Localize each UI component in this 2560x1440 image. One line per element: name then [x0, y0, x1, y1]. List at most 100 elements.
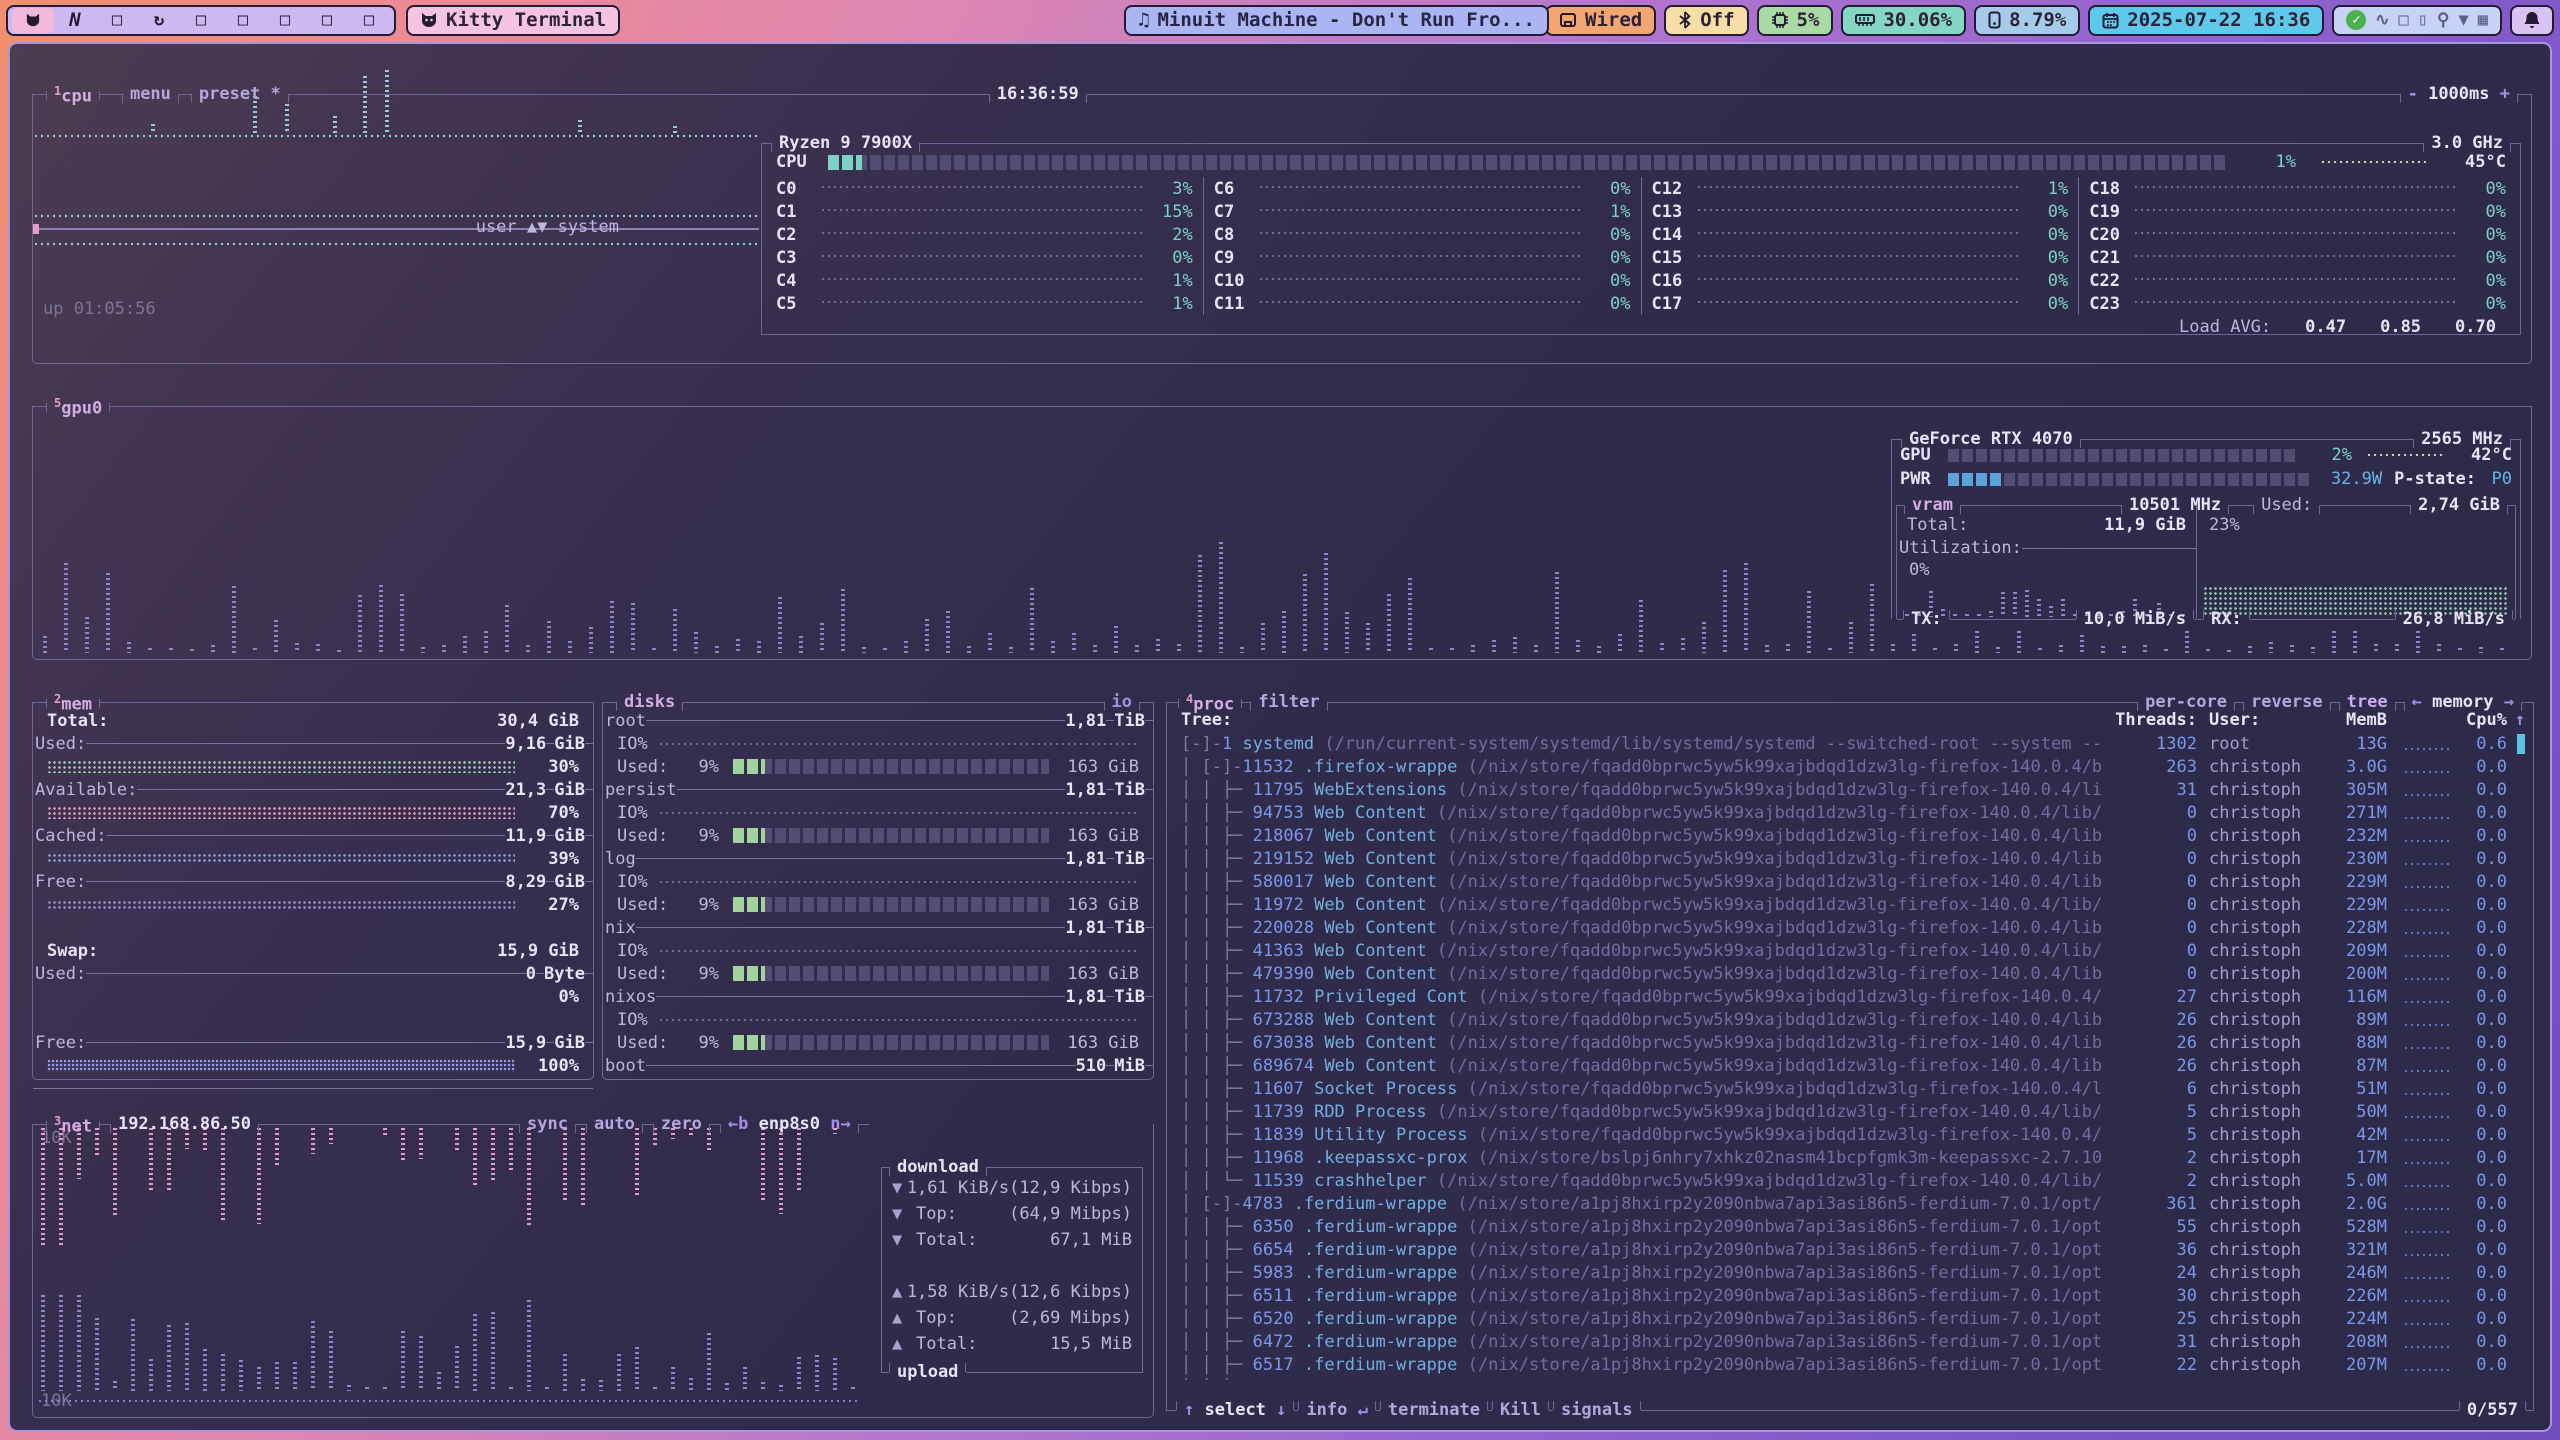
- interface-selector[interactable]: ←b enp8s0 n→: [720, 1112, 859, 1136]
- kill-action[interactable]: Kill: [1492, 1398, 1549, 1422]
- notifications-pill[interactable]: [2510, 5, 2554, 36]
- disk-used-bar: [733, 897, 1049, 912]
- process-row[interactable]: │ │ ├─ 220028 Web Content (/nix/store/fq…: [1167, 916, 2533, 939]
- terminate-action[interactable]: terminate: [1380, 1398, 1488, 1422]
- datetime-pill[interactable]: 2025-07-22 16:36: [2088, 5, 2324, 36]
- tray-check-icon[interactable]: ✓: [2346, 10, 2366, 30]
- workspace-9-square-icon[interactable]: □: [348, 8, 390, 33]
- process-row[interactable]: │ │ ├─ 41363 Web Content (/nix/store/fqa…: [1167, 939, 2533, 962]
- scroll-more-icon[interactable]: ↓: [2515, 1378, 2525, 1381]
- process-cpu: 0.0: [2457, 1079, 2507, 1099]
- process-row[interactable]: │ │ ├─ 5983 .ferdium-wrappe (/nix/store/…: [1167, 1261, 2533, 1284]
- process-row[interactable]: │ │ ├─ 11739 RDD Process (/nix/store/fqa…: [1167, 1100, 2533, 1123]
- menu-toggle[interactable]: menu: [122, 82, 179, 106]
- net-stat-row: ▲Top:(2,69 Mibps): [882, 1305, 1142, 1331]
- tree-glyph: │ │ ├─: [1181, 987, 1253, 1007]
- tray-pin-icon[interactable]: ⚲: [2437, 12, 2449, 29]
- tray-phone-icon[interactable]: ▯: [2418, 12, 2428, 29]
- workspace-7-square-icon[interactable]: □: [264, 8, 306, 33]
- tray-wave-icon[interactable]: ∿: [2375, 12, 2389, 29]
- process-row[interactable]: │ │ ├─ 479390 Web Content (/nix/store/fq…: [1167, 962, 2533, 985]
- process-threads: 26: [2101, 1033, 2197, 1053]
- workspace-6-square-icon[interactable]: □: [222, 8, 264, 33]
- process-row[interactable]: │ │ ├─ 6511 .ferdium-wrappe (/nix/store/…: [1167, 1284, 2533, 1307]
- process-row[interactable]: │ │ ├─ 11732 Privileged Cont (/nix/store…: [1167, 985, 2533, 1008]
- core-pct: 0%: [2462, 294, 2506, 314]
- process-row[interactable]: │ │ ├─ 6654 .ferdium-wrappe (/nix/store/…: [1167, 1238, 2533, 1261]
- sort-column-selector[interactable]: ← memory →: [2404, 690, 2522, 714]
- workspace-1-cat-icon[interactable]: [12, 8, 54, 33]
- io-toggle[interactable]: io: [1104, 690, 1140, 714]
- scroll-rail[interactable]: [2507, 734, 2525, 754]
- disk-pill[interactable]: 8.79%: [1974, 5, 2080, 36]
- music-pill[interactable]: ♫ Minuit Machine - Don't Run Fro...: [1124, 5, 1549, 36]
- process-row[interactable]: [-]-1 systemd (/run/current-system/syste…: [1167, 732, 2533, 755]
- auto-toggle[interactable]: auto: [586, 1112, 643, 1136]
- process-row[interactable]: │ │ ├─ 11795 WebExtensions (/nix/store/f…: [1167, 778, 2533, 801]
- ram-pill[interactable]: 30.06%: [1841, 5, 1966, 36]
- workspace-8-square-icon[interactable]: □: [306, 8, 348, 33]
- process-row[interactable]: │ │ ├─ 580017 Web Content (/nix/store/fq…: [1167, 870, 2533, 893]
- graph-spike: [1744, 563, 1748, 653]
- graph-spike: [1870, 584, 1874, 653]
- reverse-toggle[interactable]: reverse: [2243, 690, 2331, 714]
- filter-toggle[interactable]: filter: [1250, 690, 1327, 714]
- process-threads: 0: [2101, 803, 2197, 823]
- interval-control[interactable]: - 1000ms +: [2400, 82, 2518, 106]
- signals-action[interactable]: signals: [1553, 1398, 1641, 1422]
- system-tray[interactable]: ✓ ∿ □ ▯ ⚲ ▼ ▦: [2332, 5, 2502, 36]
- core-name: C20: [2089, 225, 2133, 245]
- process-row[interactable]: │ │ └─ 11539 crashhelper (/nix/store/fqa…: [1167, 1169, 2533, 1192]
- tx-value: 10,0 MiB/s: [2076, 607, 2194, 631]
- network-pill[interactable]: Wired: [1545, 5, 1656, 36]
- process-threads: 5: [2101, 1125, 2197, 1145]
- graph-spike: [1828, 648, 1832, 653]
- tray-cluster: 75% Wired Off 5% 30.06% 8.79% 2025-07-22…: [1449, 5, 2554, 36]
- tray-keyboard-icon[interactable]: ▦: [2478, 12, 2488, 29]
- process-row[interactable]: │ │ ├─ 219152 Web Content (/nix/store/fq…: [1167, 847, 2533, 870]
- workspace-3-square-icon[interactable]: □: [96, 8, 138, 33]
- window-title-pill[interactable]: Kitty Terminal: [406, 5, 620, 36]
- process-threads: 0: [2101, 941, 2197, 961]
- tray-square-icon[interactable]: □: [2399, 12, 2409, 29]
- process-mem: 246M: [2323, 1263, 2387, 1283]
- process-row[interactable]: │ │ ├─ 94753 Web Content (/nix/store/fqa…: [1167, 801, 2533, 824]
- workspace-4-refresh-icon[interactable]: ↻: [138, 8, 180, 33]
- tree-toggle[interactable]: tree: [2339, 690, 2396, 714]
- selection-count: 0/557: [2459, 1398, 2526, 1422]
- bluetooth-pill[interactable]: Off: [1664, 5, 1748, 36]
- process-row[interactable]: │ │ ├─ 689674 Web Content (/nix/store/fq…: [1167, 1054, 2533, 1077]
- process-cmd: (/nix/store/fqadd0bprwc5yw5k99xajbdqd1dz…: [1437, 803, 2101, 823]
- graph-spike: [761, 1382, 765, 1391]
- core-history: [820, 277, 1143, 281]
- process-row[interactable]: │ │ ├─ 6472 .ferdium-wrappe (/nix/store/…: [1167, 1330, 2533, 1353]
- process-row[interactable]: │ │ ├─ 11607 Socket Process (/nix/store/…: [1167, 1077, 2533, 1100]
- zero-toggle[interactable]: zero: [653, 1112, 710, 1136]
- workspace-5-square-icon[interactable]: □: [180, 8, 222, 33]
- process-row[interactable]: │ │ ├─ 673288 Web Content (/nix/store/fq…: [1167, 1008, 2533, 1031]
- preset-toggle[interactable]: preset *: [191, 82, 289, 106]
- workspace-switcher[interactable]: N□↻□□□□□: [6, 5, 396, 36]
- workspace-2-neovim-icon[interactable]: N: [54, 8, 96, 33]
- process-row[interactable]: │ │ ├─ 11839 Utility Process (/nix/store…: [1167, 1123, 2533, 1146]
- process-row[interactable]: │ │ ├─ 6517 .ferdium-wrappe (/nix/store/…: [1167, 1353, 2533, 1376]
- process-row[interactable]: │ │ ├─ 6536 .ferdium-wrappe (/nix/store/…: [1167, 1376, 2533, 1380]
- select-action[interactable]: ↑ select ↓: [1176, 1398, 1294, 1422]
- process-row[interactable]: │ │ ├─ 673038 Web Content (/nix/store/fq…: [1167, 1031, 2533, 1054]
- process-row[interactable]: │ │ ├─ 11972 Web Content (/nix/store/fqa…: [1167, 893, 2533, 916]
- cpu-pill[interactable]: 5%: [1757, 5, 1834, 36]
- scroll-rail[interactable]: ↓: [2507, 1378, 2525, 1381]
- scrollbar-thumb[interactable]: [2517, 734, 2525, 754]
- tray-triangle-icon[interactable]: ▼: [2459, 12, 2469, 29]
- process-row[interactable]: │ │ ├─ 6350 .ferdium-wrappe (/nix/store/…: [1167, 1215, 2533, 1238]
- info-action[interactable]: info ↵: [1298, 1398, 1375, 1422]
- graph-spike: [1933, 648, 1937, 653]
- process-row[interactable]: │ [-]-11532 .firefox-wrappe (/nix/store/…: [1167, 755, 2533, 778]
- process-row[interactable]: │ │ ├─ 6520 .ferdium-wrappe (/nix/store/…: [1167, 1307, 2533, 1330]
- sync-toggle[interactable]: sync: [519, 1112, 576, 1136]
- process-row[interactable]: │ [-]-4783 .ferdium-wrappe (/nix/store/a…: [1167, 1192, 2533, 1215]
- process-row[interactable]: │ │ ├─ 11968 .keepassxc-prox (/nix/store…: [1167, 1146, 2533, 1169]
- process-row[interactable]: │ │ ├─ 218067 Web Content (/nix/store/fq…: [1167, 824, 2533, 847]
- process-cmd: (/nix/store/a1pj8hxirp2y2090nbwa7api3asi…: [1468, 1378, 2101, 1381]
- per-core-toggle[interactable]: per-core: [2137, 690, 2235, 714]
